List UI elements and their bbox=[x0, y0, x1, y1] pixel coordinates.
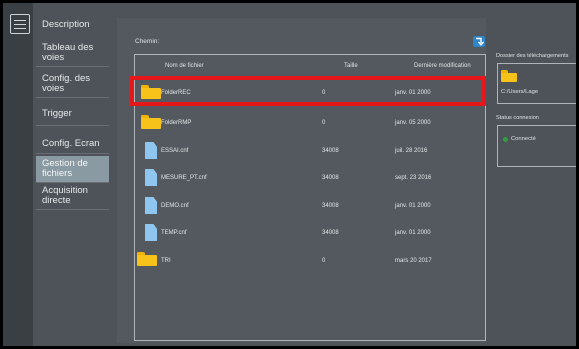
sidebar-item-label: Gestion de fichiers bbox=[42, 158, 88, 179]
folder-icon bbox=[137, 252, 157, 266]
file-name: TRI bbox=[161, 258, 171, 264]
sidebar-item-label: Trigger bbox=[42, 108, 72, 119]
selection-highlight bbox=[130, 76, 486, 106]
connection-status-value: Connecté bbox=[511, 136, 536, 142]
download-folder-button[interactable]: C:/Users/Lage bbox=[497, 63, 576, 104]
sidebar-item-label: Description bbox=[42, 19, 90, 30]
file-name: MESURE_PT.cnf bbox=[161, 175, 207, 181]
refresh-icon bbox=[476, 37, 485, 46]
file-size: 0 bbox=[322, 120, 326, 126]
connection-status-box: Connecté bbox=[497, 125, 576, 167]
sidebar-item-config-ecran[interactable]: Config. Ecran bbox=[36, 139, 109, 154]
file-date: janv. 01 2000 bbox=[395, 203, 431, 209]
menu-icon-line bbox=[14, 20, 26, 21]
file-name: ESSAI.cnf bbox=[161, 148, 189, 154]
file-row-tri[interactable]: TRI 0 mars 20 2017 bbox=[134, 248, 484, 273]
file-size: 0 bbox=[322, 258, 326, 264]
file-row-essai[interactable]: ESSAI.cnf 34008 juil. 28 2016 bbox=[134, 138, 484, 163]
sidebar-item-description[interactable]: Description bbox=[36, 20, 109, 35]
sidebar: Description Tableau des voies Config. de… bbox=[36, 9, 112, 346]
file-icon bbox=[145, 197, 157, 214]
menu-toggle-button[interactable] bbox=[10, 14, 30, 34]
file-size: 34008 bbox=[322, 175, 339, 181]
file-size: 34008 bbox=[322, 148, 339, 154]
file-date: janv. 01 2000 bbox=[395, 230, 431, 236]
file-icon bbox=[145, 224, 157, 241]
file-size: 34008 bbox=[322, 230, 339, 236]
folder-icon bbox=[501, 70, 517, 82]
file-row-temp[interactable]: TEMP.cnf 34008 janv. 01 2000 bbox=[134, 220, 484, 245]
file-date: sept. 23 2016 bbox=[395, 175, 432, 181]
column-header-size[interactable]: Taille bbox=[344, 63, 358, 69]
sidebar-item-tableau-des-voies[interactable]: Tableau des voies bbox=[36, 43, 109, 67]
sidebar-item-gestion-de-fichiers[interactable]: Gestion de fichiers bbox=[36, 156, 109, 183]
file-icon bbox=[145, 142, 157, 159]
sidebar-item-label: Config. Ecran bbox=[42, 138, 100, 149]
file-name: DEMO.cnf bbox=[161, 203, 189, 209]
column-header-modified[interactable]: Dernière modification bbox=[414, 63, 471, 69]
connection-status-label: Status connexion bbox=[496, 115, 539, 121]
download-folder-label: Dossier des téléchargements bbox=[496, 53, 569, 59]
path-label: Chemin: bbox=[135, 38, 160, 45]
file-name: FolderRMP bbox=[161, 120, 192, 126]
file-row-demo[interactable]: DEMO.cnf 34008 janv. 01 2000 bbox=[134, 193, 484, 218]
sidebar-item-trigger[interactable]: Trigger bbox=[36, 109, 109, 126]
sidebar-item-config-des-voies[interactable]: Config. des voies bbox=[36, 74, 109, 98]
sidebar-item-label: Config. des voies bbox=[42, 73, 91, 94]
connected-dot-icon bbox=[503, 137, 508, 142]
folder-icon bbox=[141, 115, 161, 129]
file-date: mars 20 2017 bbox=[395, 258, 432, 264]
file-row-folderrmp[interactable]: FolderRMP 0 janv. 05 2000 bbox=[134, 110, 484, 135]
file-icon bbox=[145, 169, 157, 186]
file-date: janv. 05 2000 bbox=[395, 120, 431, 126]
menu-icon-line bbox=[14, 24, 26, 25]
column-header-name[interactable]: Nom de fichier bbox=[165, 63, 204, 69]
app-screen: Description Tableau des voies Config. de… bbox=[3, 3, 576, 346]
left-rail bbox=[3, 3, 33, 346]
file-row-mesure-pt[interactable]: MESURE_PT.cnf 34008 sept. 23 2016 bbox=[134, 165, 484, 190]
sidebar-item-acquisition-directe[interactable]: Acquisition directe bbox=[36, 186, 109, 210]
file-size: 34008 bbox=[322, 203, 339, 209]
refresh-button[interactable] bbox=[473, 36, 485, 47]
menu-icon-line bbox=[14, 28, 26, 29]
file-date: juil. 28 2016 bbox=[395, 148, 428, 154]
sidebar-item-label: Acquisition directe bbox=[42, 185, 88, 206]
file-name: TEMP.cnf bbox=[161, 230, 187, 236]
download-folder-path: C:/Users/Lage bbox=[501, 89, 539, 95]
sidebar-item-label: Tableau des voies bbox=[42, 42, 94, 63]
